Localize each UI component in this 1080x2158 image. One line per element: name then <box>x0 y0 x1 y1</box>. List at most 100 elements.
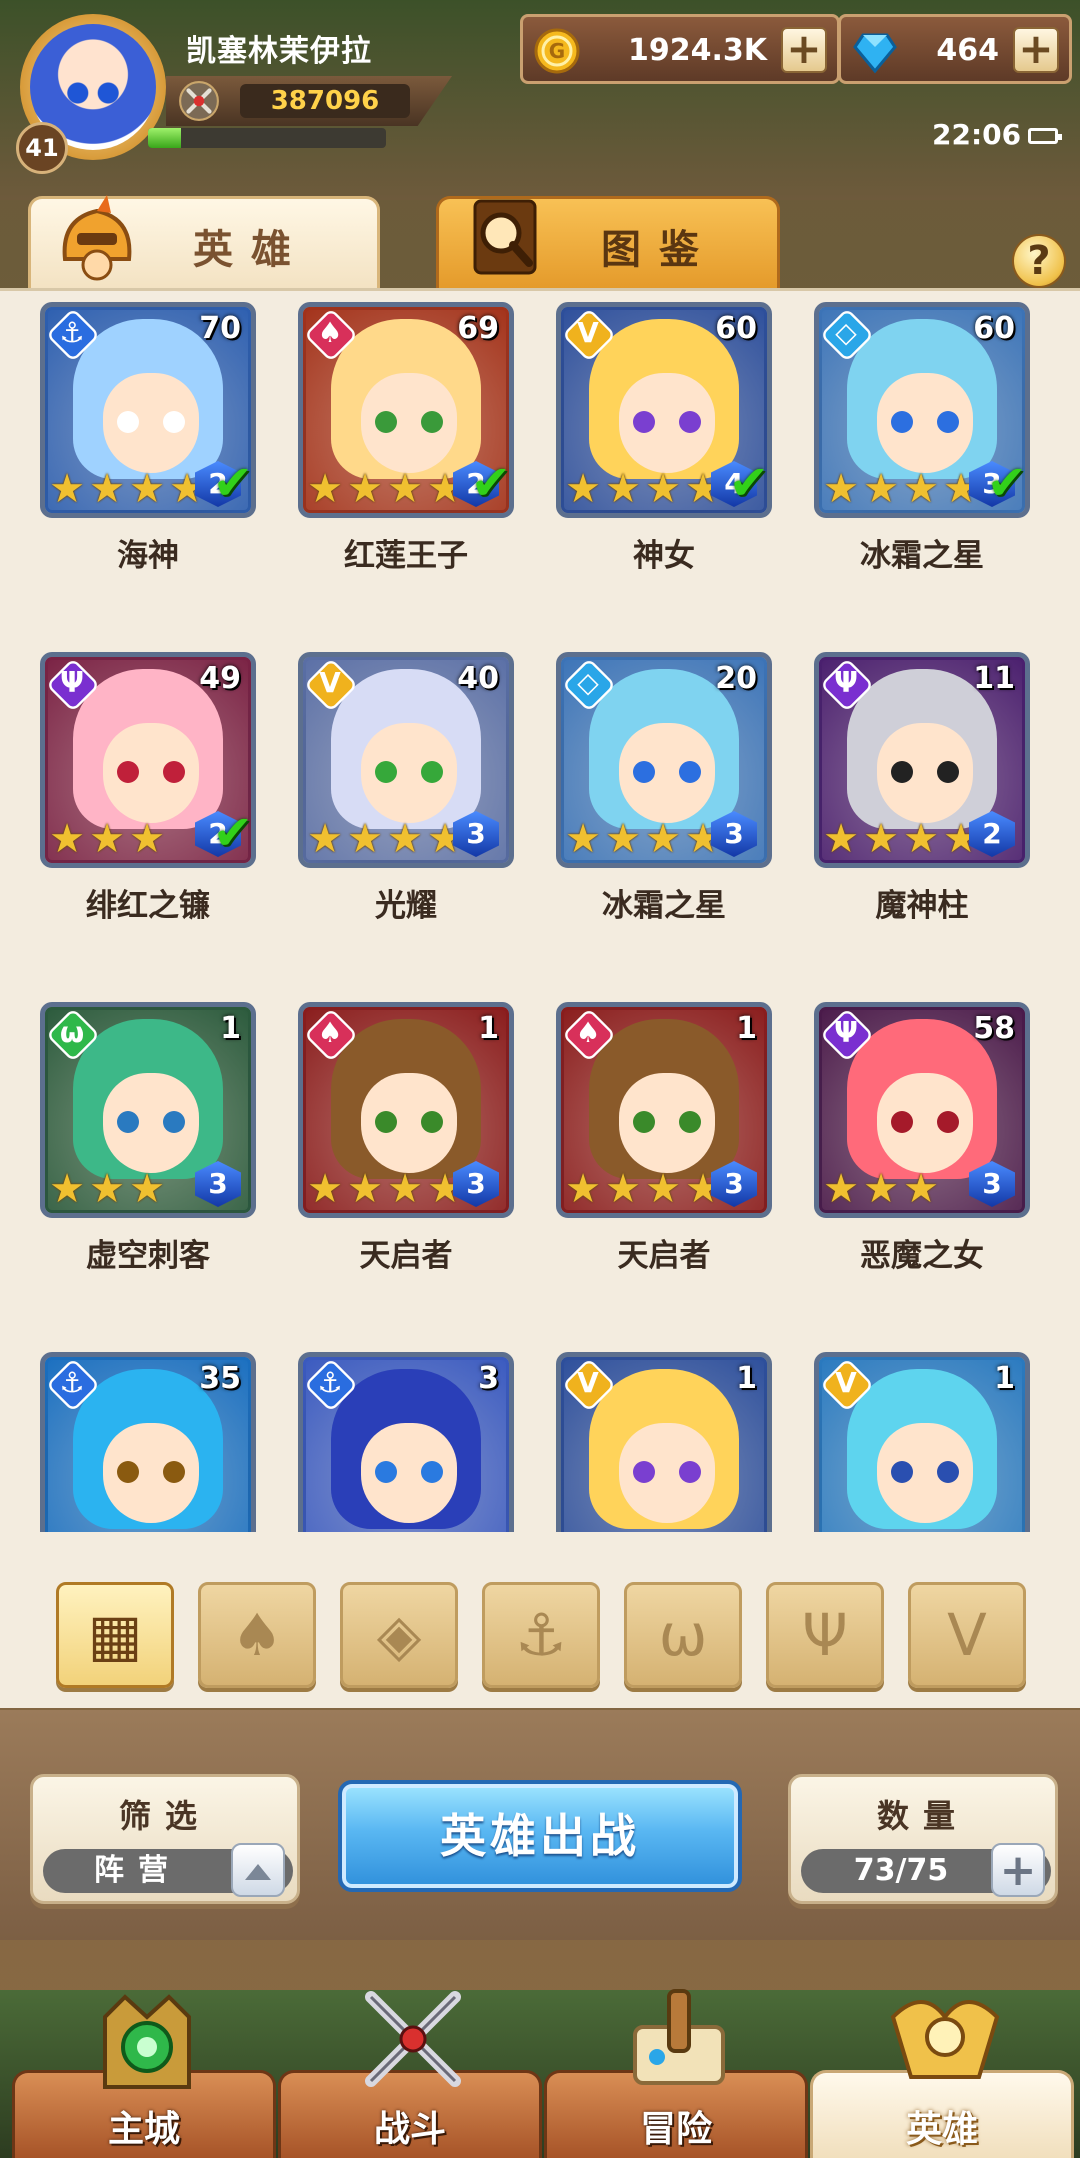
fire-faction-icon: ♠ <box>231 1601 283 1669</box>
hero-level: 1 <box>220 1011 241 1046</box>
dark-faction-icon: Ψ <box>834 666 858 699</box>
hero-level: 1 <box>736 1011 757 1046</box>
hero-portrait[interactable]: V 60 ★ ★ ★ ★ 4 ✔ <box>556 302 772 518</box>
crossed-swords-icon <box>365 1991 461 2087</box>
all-grid-icon: ▦ <box>87 1601 143 1669</box>
fire-faction-icon: ♠ <box>575 1016 601 1049</box>
hero-portrait[interactable]: ◇ 60 ★ ★ ★ ★ 3 ✔ <box>814 302 1030 518</box>
star-icon: ★ <box>605 816 641 862</box>
faction-filter-light-faction[interactable]: V <box>908 1582 1026 1688</box>
star-icon: ★ <box>823 816 859 862</box>
star-icon: ★ <box>903 1166 939 1212</box>
star-icon: ★ <box>49 466 85 512</box>
faction-filter-fire-faction[interactable]: ♠ <box>198 1582 316 1688</box>
hero-card[interactable]: ♠ 69 ★ ★ ★ ★ 2 ✔ 红莲王子 <box>298 302 514 575</box>
hero-portrait[interactable]: ⚓ 3 <box>298 1352 514 1532</box>
add-gems-button[interactable]: + <box>1013 27 1059 73</box>
dark-faction-icon: Ψ <box>60 666 84 699</box>
hero-name: 神女 <box>633 538 695 574</box>
hero-card[interactable]: V1 <box>556 1352 772 1532</box>
hero-card[interactable]: ◇ 20 ★ ★ ★ ★ 3 冰霜之星 <box>556 652 772 925</box>
fire-faction-icon: ♠ <box>317 1016 343 1049</box>
hero-portrait[interactable]: Ψ 58 ★ ★ ★ 3 <box>814 1002 1030 1218</box>
exp-bar <box>148 128 386 148</box>
light-faction-icon: V <box>835 1366 857 1399</box>
hero-portrait[interactable]: V1 <box>556 1352 772 1532</box>
deployed-check-icon: ✔ <box>212 455 253 511</box>
nav-label: 战斗 <box>373 2109 446 2150</box>
hero-level: 40 <box>457 661 499 696</box>
deploy-heroes-button[interactable]: 英雄出战 <box>338 1780 742 1892</box>
gold-coin-icon: G <box>534 28 580 74</box>
faction-filter-anchor-faction[interactable]: ⚓ <box>482 1582 600 1688</box>
add-gold-button[interactable]: + <box>781 27 827 73</box>
hero-portrait[interactable]: ♠ 1 ★ ★ ★ ★ 3 <box>298 1002 514 1218</box>
hero-card[interactable]: ⚓ 3 <box>298 1352 514 1532</box>
hero-card[interactable]: ω 1 ★ ★ ★ 3 虚空刺客 <box>40 1002 256 1275</box>
expand-capacity-button[interactable]: + <box>991 1843 1045 1897</box>
hero-grid: ⚓ 70 ★ ★ ★ ★ 2 ✔ 海神 ♠ 69 ★ ★ ★ ★ 2 ✔ 红莲王子 V 60 ★ ★ ★ ★ 4 ✔ 神女 ◇ 60 ★ ★… <box>0 288 1080 1532</box>
hero-card[interactable]: ⚓ 70 ★ ★ ★ ★ 2 ✔ 海神 <box>40 302 256 575</box>
faction-filter-nature-faction[interactable]: ω <box>624 1582 742 1688</box>
hero-card[interactable]: V 40 ★ ★ ★ ★ 3 光耀 <box>298 652 514 925</box>
hero-portrait[interactable]: ⚓ 35 <box>40 1352 256 1532</box>
magnifier-book-icon <box>473 199 537 275</box>
hero-eyes <box>371 411 447 433</box>
star-icon: ★ <box>645 816 681 862</box>
hero-card[interactable]: V 60 ★ ★ ★ ★ 4 ✔ 神女 <box>556 302 772 575</box>
faction-filter-dark-faction[interactable]: Ψ <box>766 1582 884 1688</box>
hero-portrait[interactable]: ◇ 20 ★ ★ ★ ★ 3 <box>556 652 772 868</box>
gold-counter: G 1924.3K + <box>520 14 840 84</box>
hero-portrait[interactable]: ♠ 1 ★ ★ ★ ★ 3 <box>556 1002 772 1218</box>
hero-level: 60 <box>715 311 757 346</box>
tab-heroes[interactable]: 英雄 <box>28 195 380 290</box>
nav-crossed-swords[interactable]: 战斗 <box>278 1991 542 2158</box>
count-box: 数量 73/75 + <box>788 1774 1058 1904</box>
hero-portrait[interactable]: V1 <box>814 1352 1030 1532</box>
hero-card[interactable]: ⚓ 35 <box>40 1352 256 1532</box>
hero-portrait[interactable]: ⚓ 70 ★ ★ ★ ★ 2 ✔ <box>40 302 256 518</box>
hero-card[interactable]: Ψ 58 ★ ★ ★ 3 恶魔之女 <box>814 1002 1030 1275</box>
hero-card[interactable]: V1 <box>814 1352 1030 1532</box>
battery-icon <box>1028 128 1062 144</box>
hero-portrait[interactable]: V 40 ★ ★ ★ ★ 3 <box>298 652 514 868</box>
hero-name: 海神 <box>117 538 179 574</box>
star-icon: ★ <box>89 466 125 512</box>
hero-eyes <box>887 1111 963 1133</box>
hero-level: 70 <box>199 311 241 346</box>
hero-name: 魔神柱 <box>875 888 969 924</box>
fire-faction-icon: ♠ <box>317 316 343 349</box>
nature-faction-icon: ω <box>59 1016 85 1049</box>
nav-castle[interactable]: 主城 <box>12 1994 276 2158</box>
star-icon: ★ <box>605 1166 641 1212</box>
hero-level: 49 <box>199 661 241 696</box>
hero-name: 光耀 <box>375 888 437 924</box>
help-button[interactable]: ? <box>1012 234 1066 288</box>
hero-eyes <box>113 1111 189 1133</box>
filter-toggle-button[interactable] <box>231 1843 285 1897</box>
faction-filter-all-grid[interactable]: ▦ <box>56 1582 174 1688</box>
hero-portrait[interactable]: Ψ 11 ★ ★ ★ ★ 2 <box>814 652 1030 868</box>
tab-codex[interactable]: 图鉴 <box>436 196 780 290</box>
star-icon: ★ <box>565 816 601 862</box>
nav-map-scroll[interactable]: 冒险 <box>544 1989 808 2158</box>
hero-card[interactable]: ♠ 1 ★ ★ ★ ★ 3 天启者 <box>298 1002 514 1275</box>
star-icon: ★ <box>565 466 601 512</box>
hero-portrait[interactable]: Ψ 49 ★ ★ ★ 2 ✔ <box>40 652 256 868</box>
faction-filter-ice-faction[interactable]: ◈ <box>340 1582 458 1688</box>
star-icon: ★ <box>307 816 343 862</box>
hero-portrait[interactable]: ♠ 69 ★ ★ ★ ★ 2 ✔ <box>298 302 514 518</box>
hero-card[interactable]: Ψ 49 ★ ★ ★ 2 ✔ 绯红之镰 <box>40 652 256 925</box>
hero-level: 60 <box>973 311 1015 346</box>
svg-text:G: G <box>549 39 565 63</box>
hero-level: 35 <box>199 1361 241 1396</box>
hero-portrait[interactable]: ω 1 ★ ★ ★ 3 <box>40 1002 256 1218</box>
hero-card[interactable]: ♠ 1 ★ ★ ★ ★ 3 天启者 <box>556 1002 772 1275</box>
hero-eyes <box>887 411 963 433</box>
hero-eyes <box>887 761 963 783</box>
hero-card[interactable]: Ψ 11 ★ ★ ★ ★ 2 魔神柱 <box>814 652 1030 925</box>
hero-name: 冰霜之星 <box>602 888 726 924</box>
hero-card[interactable]: ◇ 60 ★ ★ ★ ★ 3 ✔ 冰霜之星 <box>814 302 1030 575</box>
hero-name: 天启者 <box>359 1238 453 1274</box>
nav-hero-emblem[interactable]: 英雄 <box>810 2000 1074 2158</box>
